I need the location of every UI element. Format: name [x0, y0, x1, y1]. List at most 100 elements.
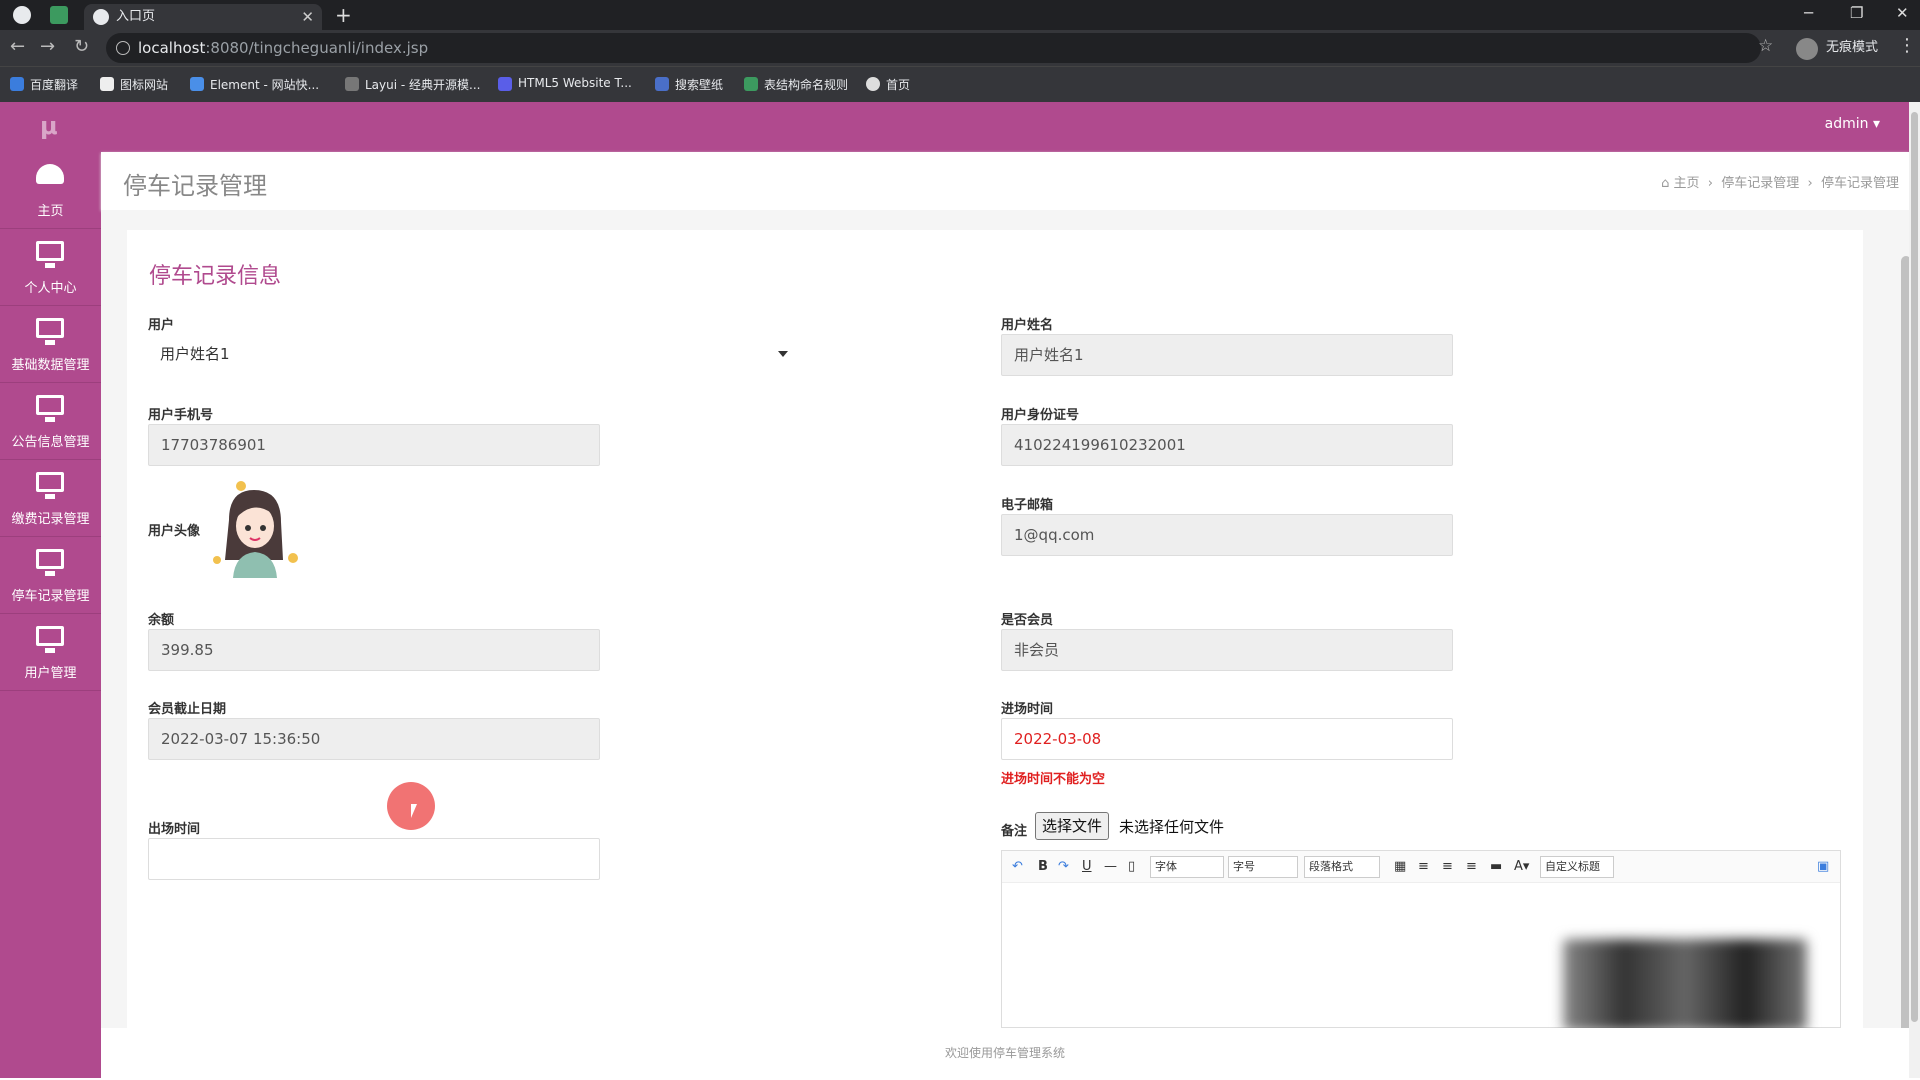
- tab-strip: 入口页 ✕ + ─ ❐ ✕: [0, 0, 1920, 30]
- font-size-select[interactable]: 字号: [1228, 856, 1298, 878]
- form-title: 停车记录信息: [149, 264, 282, 289]
- restore-icon[interactable]: ❐: [1850, 4, 1863, 22]
- fullscreen-icon[interactable]: ▣: [1817, 859, 1829, 874]
- sidebar-item-profile[interactable]: 个人中心: [0, 229, 101, 306]
- url-path: :8080/tingcheguanli/index.jsp: [205, 39, 429, 57]
- sidebar-item-home[interactable]: 主页: [0, 152, 101, 229]
- choose-file-button[interactable]: 选择文件: [1035, 812, 1110, 840]
- custom-title-select[interactable]: 自定义标题: [1540, 856, 1614, 878]
- site-info-icon[interactable]: [116, 41, 130, 55]
- user-select[interactable]: 用户姓名1: [148, 334, 800, 374]
- footer: 欢迎使用停车管理系统: [101, 1028, 1909, 1078]
- bookmark-item[interactable]: 表结构命名规则: [744, 76, 848, 93]
- forward-icon[interactable]: →: [40, 36, 55, 57]
- horizontal-rule-icon[interactable]: —: [1104, 859, 1117, 874]
- email-label: 电子邮箱: [1001, 498, 1054, 513]
- incognito-label: 无痕模式: [1826, 40, 1879, 55]
- phone-field[interactable]: 17703786901: [148, 424, 600, 466]
- admin-menu[interactable]: admin ▾: [1825, 116, 1880, 132]
- sidebar-item-payments[interactable]: 缴费记录管理: [0, 460, 101, 537]
- content-area: 停车记录信息 用户 用户姓名1 用户姓名 用户姓名1 用户手机号 1770378…: [101, 210, 1911, 1036]
- bookmark-item[interactable]: 百度翻译: [10, 76, 78, 93]
- editor-toolbar: ↶ B ↷ U — ▯ 字体 字号 段落格式 ▦ ≡ ≡ ≡ ▬ A▾ 自定义标…: [1002, 851, 1840, 883]
- paragraph-format-select[interactable]: 段落格式: [1304, 856, 1380, 878]
- tab-title: 入口页: [116, 9, 156, 24]
- active-tab[interactable]: 入口页 ✕: [84, 4, 322, 30]
- rich-text-editor[interactable]: ↶ B ↷ U — ▯ 字体 字号 段落格式 ▦ ≡ ≡ ≡ ▬ A▾ 自定义标…: [1001, 850, 1841, 1031]
- breadcrumb: ⌂ 主页 › 停车记录管理 › 停车记录管理: [1661, 172, 1899, 191]
- bookmark-item[interactable]: Layui - 经典开源模...: [345, 76, 480, 93]
- bookmark-item[interactable]: 搜索壁纸: [655, 76, 723, 93]
- bold-icon[interactable]: B: [1038, 859, 1048, 874]
- avatar-label: 用户头像: [148, 524, 201, 539]
- align-left-icon[interactable]: ≡: [1418, 859, 1429, 874]
- page-header: 停车记录管理 ⌂ 主页 › 停车记录管理 › 停车记录管理: [101, 152, 1909, 210]
- monitor-icon: [36, 472, 64, 499]
- breadcrumb-separator: ›: [1803, 176, 1821, 191]
- mouse-cursor-icon: [411, 804, 417, 818]
- sidebar-item-basic-data[interactable]: 基础数据管理: [0, 306, 101, 383]
- reload-icon[interactable]: ↻: [74, 36, 89, 57]
- incognito-icon: [1796, 38, 1818, 60]
- align-center-icon[interactable]: ≡: [1442, 859, 1453, 874]
- home-icon: ⌂: [1661, 176, 1674, 191]
- idcard-field[interactable]: 410224199610232001: [1001, 424, 1453, 466]
- browser-menu-icon[interactable]: [13, 6, 31, 24]
- align-right-icon[interactable]: ≡: [1466, 859, 1477, 874]
- chevron-down-icon: [778, 351, 788, 357]
- bookmark-item[interactable]: 首页: [866, 76, 910, 93]
- sidebar-item-users[interactable]: 用户管理: [0, 614, 101, 691]
- new-tab-icon[interactable]: +: [335, 3, 352, 27]
- close-window-icon[interactable]: ✕: [1896, 4, 1909, 22]
- balance-field[interactable]: 399.85: [148, 629, 600, 671]
- phone-label: 用户手机号: [148, 408, 214, 423]
- exit-time-field[interactable]: [148, 838, 600, 880]
- breadcrumb-separator: ›: [1703, 176, 1722, 191]
- exit-time-label: 出场时间: [148, 822, 201, 837]
- member-end-label: 会员截止日期: [148, 702, 227, 717]
- bookmark-item[interactable]: HTML5 Website T...: [498, 76, 632, 91]
- email-field[interactable]: 1@qq.com: [1001, 514, 1453, 556]
- url-input[interactable]: localhost:8080/tingcheguanli/index.jsp: [106, 33, 1761, 63]
- member-field[interactable]: 非会员: [1001, 629, 1453, 671]
- underline-icon[interactable]: U: [1082, 859, 1092, 874]
- monitor-icon: [36, 626, 64, 653]
- breadcrumb-home[interactable]: 主页: [1673, 176, 1699, 191]
- dashboard-icon: [36, 164, 64, 184]
- sidebar: 主页 个人中心 基础数据管理 公告信息管理 缴费记录管理 停车记录管理 用户管理: [0, 152, 101, 1078]
- page-scrollbar-thumb[interactable]: [1911, 112, 1918, 1022]
- redo-icon[interactable]: ↷: [1058, 859, 1069, 874]
- top-navbar: μ admin ▾: [0, 102, 1920, 152]
- tab-close-icon[interactable]: ✕: [301, 4, 314, 30]
- browser-more-icon[interactable]: ⋮: [1898, 35, 1916, 56]
- bookmark-star-icon[interactable]: ☆: [1758, 36, 1773, 56]
- page-scrollbar[interactable]: [1909, 102, 1920, 1078]
- undo-icon[interactable]: ↶: [1012, 859, 1023, 874]
- balance-label: 余额: [148, 613, 175, 628]
- bookmark-item[interactable]: Element - 网站快...: [190, 76, 319, 93]
- sidebar-item-notices[interactable]: 公告信息管理: [0, 383, 101, 460]
- justify-icon[interactable]: ▬: [1490, 859, 1502, 874]
- breadcrumb-section[interactable]: 停车记录管理: [1721, 176, 1799, 191]
- remark-label: 备注: [1001, 824, 1028, 839]
- user-select-value: 用户姓名1: [160, 345, 230, 363]
- blurred-image: [1563, 939, 1807, 1031]
- font-color-icon[interactable]: A▾: [1514, 859, 1529, 874]
- member-end-field[interactable]: 2022-03-07 15:36:50: [148, 718, 600, 760]
- bookmark-item[interactable]: 图标网站: [100, 76, 168, 93]
- incognito-indicator[interactable]: 无痕模式: [1796, 35, 1878, 61]
- back-icon[interactable]: ←: [10, 36, 25, 57]
- user-label: 用户: [148, 318, 175, 333]
- app-root: μ admin ▾ 主页 个人中心 基础数据管理 公告信息管理 缴费记录管理 停…: [0, 102, 1920, 1078]
- sidebar-item-parking-records[interactable]: 停车记录管理: [0, 537, 101, 614]
- minimize-icon[interactable]: ─: [1804, 4, 1813, 22]
- pinned-tab-icon[interactable]: [50, 6, 68, 24]
- tab-favicon-icon: [93, 9, 109, 25]
- breadcrumb-current: 停车记录管理: [1820, 176, 1899, 191]
- table-icon[interactable]: ▦: [1394, 859, 1406, 874]
- font-family-select[interactable]: 字体: [1150, 856, 1224, 878]
- name-field[interactable]: 用户姓名1: [1001, 334, 1453, 376]
- monitor-icon: [36, 549, 64, 576]
- entry-time-field[interactable]: 2022-03-08: [1001, 718, 1453, 760]
- page-icon[interactable]: ▯: [1128, 859, 1135, 874]
